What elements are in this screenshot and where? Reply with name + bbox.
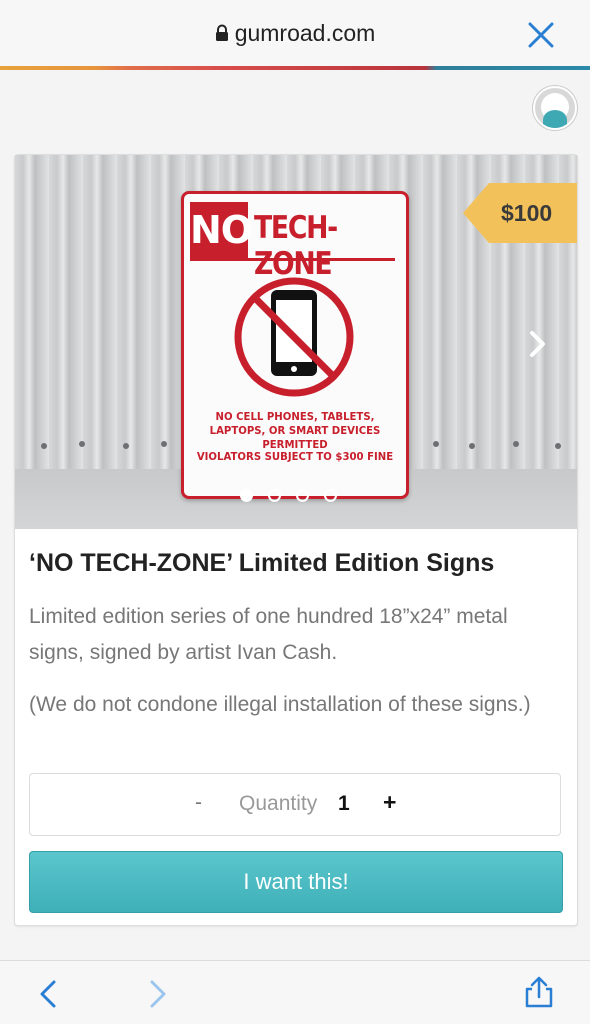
carousel-dot[interactable] [324,489,337,502]
chevron-right-icon[interactable] [146,979,168,1014]
product-disclaimer: (We do not condone illegal installation … [29,693,531,716]
price-tag: $100 [463,183,577,243]
share-icon[interactable] [522,975,556,1014]
carousel-dot[interactable] [296,489,309,502]
product-card: NO TECH-ZONE NO CELL PHONES, TABLETS, LA… [14,154,578,926]
url-text: gumroad.com [234,20,376,46]
chevron-right-icon[interactable] [525,329,549,364]
sign-fine-text: VIOLATORS SUBJECT TO $300 FINE [196,450,394,463]
price-value: $100 [501,200,553,226]
sign-zone-label: TECH-ZONE [254,210,338,282]
quantity-increment-button[interactable]: + [383,789,396,816]
quantity-decrement-button[interactable]: - [195,791,202,815]
progress-stripe [0,66,590,70]
address-bar[interactable]: gumroad.com [0,20,590,48]
quantity-value[interactable]: 1 [338,792,350,816]
browser-top-bar: gumroad.com [0,0,590,70]
sign-no-label: NO [190,202,253,258]
carousel-dots [240,489,337,502]
product-image-carousel[interactable]: NO TECH-ZONE NO CELL PHONES, TABLETS, LA… [15,155,577,529]
user-avatar[interactable] [533,86,577,130]
quantity-stepper: - Quantity 1 + [29,773,561,836]
chevron-left-icon[interactable] [38,979,60,1014]
carousel-dot[interactable] [268,489,281,502]
lock-icon [215,21,229,48]
close-icon[interactable] [528,22,554,48]
product-title: ‘NO TECH-ZONE’ Limited Edition Signs [29,549,495,577]
product-description: Limited edition series of one hundred 18… [29,605,508,664]
no-phone-icon [234,277,354,397]
sign-warning-text: NO CELL PHONES, TABLETS, LAPTOPS, OR SMA… [209,410,381,451]
buy-button[interactable]: I want this! [29,851,563,913]
browser-bottom-toolbar [0,960,590,1024]
carousel-dot[interactable] [240,489,253,502]
quantity-label: Quantity [239,792,318,815]
no-tech-zone-sign: NO TECH-ZONE NO CELL PHONES, TABLETS, LA… [181,191,409,499]
